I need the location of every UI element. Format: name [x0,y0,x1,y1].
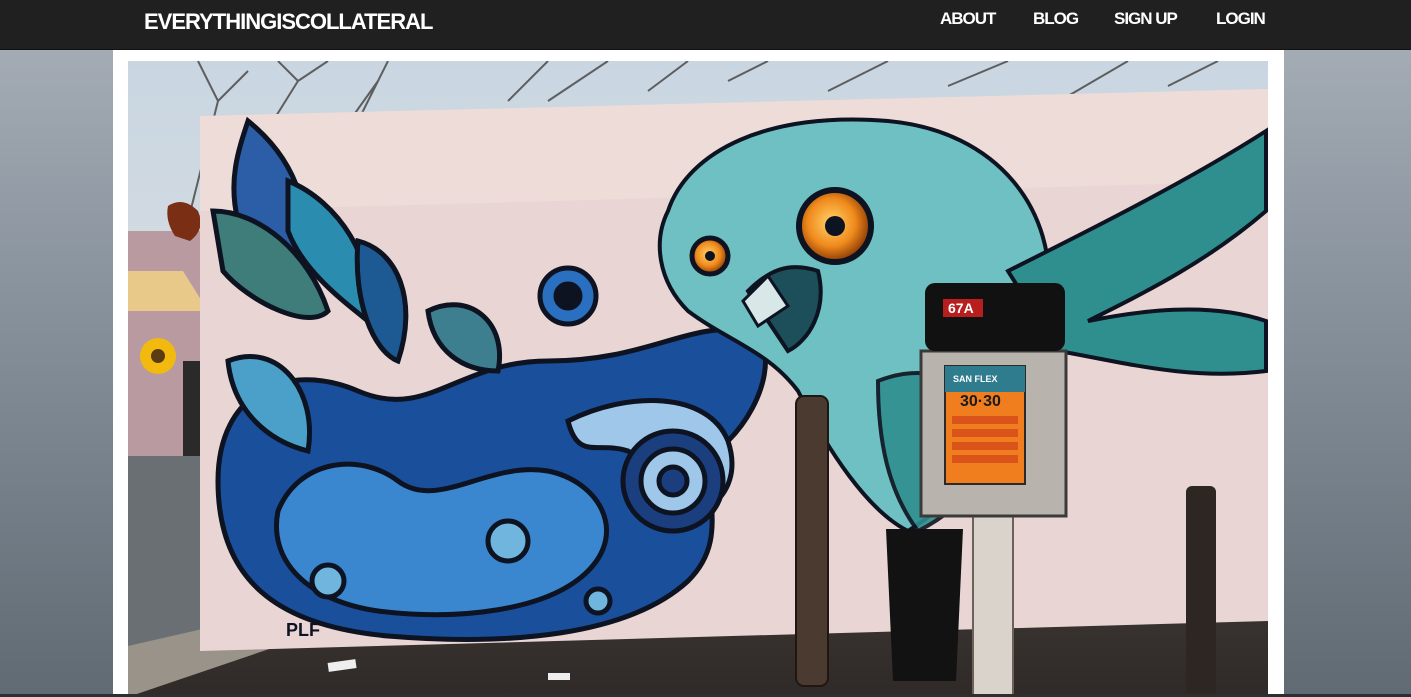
nav-about-link[interactable]: ABOUT [940,9,996,29]
mural-signature: PLF [286,620,320,640]
bollard [1186,486,1216,697]
newsbox-post [972,515,1014,697]
graffiti-mural-image: PLF 67A SAN FLEX 30·30 [128,61,1268,697]
site-logo-link[interactable]: EVERYTHINGISCOLLATERAL [144,9,433,35]
poster-title: SAN FLEX [953,374,998,384]
nav-blog-link[interactable]: BLOG [1033,9,1079,29]
top-navbar: EVERYTHINGISCOLLATERAL ABOUT BLOG SIGN U… [0,0,1411,50]
signature-text: PLF [286,620,320,640]
mailbox-label: 67A [948,300,974,316]
featured-photo: PLF 67A SAN FLEX 30·30 [128,61,1268,697]
nav-signup-link[interactable]: SIGN UP [1114,9,1178,29]
wooden-post [795,395,829,687]
nav-login-link[interactable]: LOGIN [1216,9,1266,29]
content-panel: PLF 67A SAN FLEX 30·30 [113,50,1284,697]
poster-number: 30·30 [960,393,1001,410]
trash-can [886,529,963,681]
